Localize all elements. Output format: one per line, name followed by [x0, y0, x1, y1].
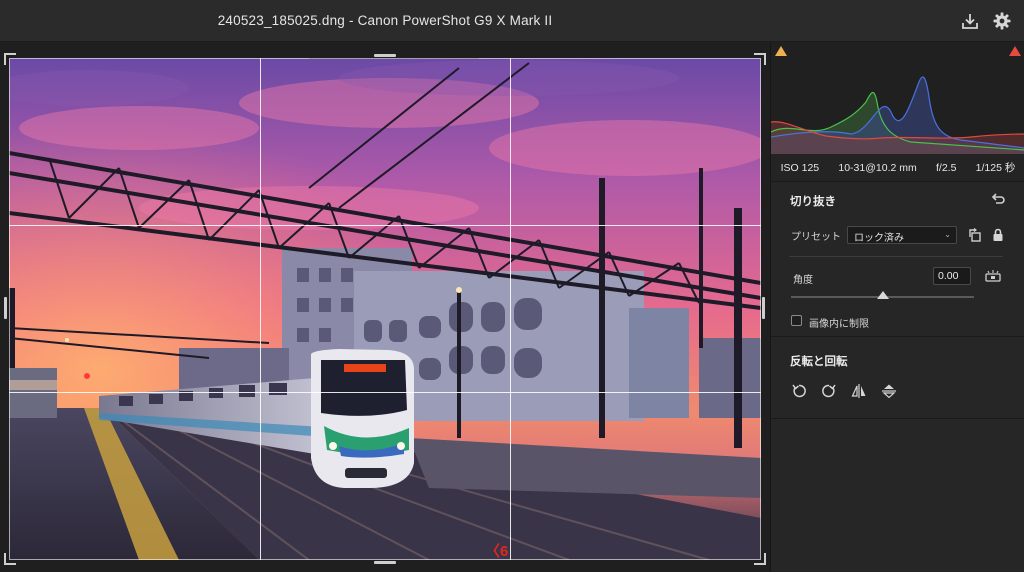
constrain-to-image-checkbox[interactable] [791, 315, 802, 326]
highlight-clip-warning-icon [1009, 46, 1021, 56]
edit-panel: ISO 125 10-31@10.2 mm f/2.5 1/125 秒 切り抜き… [770, 42, 1024, 572]
rotate-right-icon [822, 384, 836, 398]
title-bar: 240523_185025.dng - Canon PowerShot G9 X… [0, 0, 1024, 42]
flip-horizontal-button[interactable] [851, 383, 867, 399]
lock-icon [993, 228, 1003, 241]
crop-handle-left[interactable] [4, 297, 7, 319]
flip-vertical-icon [882, 384, 896, 399]
rotate-aspect-button[interactable] [967, 227, 983, 243]
flip-rotate-section: 反転と回転 [771, 337, 1024, 419]
exif-aperture: f/2.5 [935, 161, 957, 174]
angle-slider-thumb[interactable] [876, 291, 889, 299]
crop-section: 切り抜き プリセット ロック済み ⌄ 角度 0.00 画像内に制限 [771, 182, 1024, 337]
shadow-clip-warning-icon [775, 46, 787, 56]
photo[interactable] [9, 58, 761, 560]
rotate-aspect-icon [969, 228, 981, 242]
window-title: 240523_185025.dng - Canon PowerShot G9 X… [217, 13, 553, 28]
exif-focal-length: 10-31@10.2 mm [838, 161, 917, 174]
save-button[interactable] [960, 11, 980, 31]
gear-icon [993, 12, 1011, 30]
crop-section-title: 切り抜き [790, 196, 836, 208]
rotate-left-icon [792, 384, 806, 398]
preset-dropdown[interactable]: ロック済み ⌄ [847, 226, 957, 244]
preset-dropdown-value: ロック済み [854, 233, 904, 244]
undo-arrow-icon [991, 193, 1005, 204]
crop-handle-top[interactable] [374, 54, 396, 57]
reset-crop-button[interactable] [990, 191, 1006, 207]
settings-button[interactable] [992, 11, 1012, 31]
straighten-level-icon [985, 270, 1001, 282]
straighten-tool-button[interactable] [985, 268, 1001, 284]
flip-horizontal-icon [851, 384, 866, 398]
crop-handle-bottom[interactable] [374, 561, 396, 564]
constrain-to-image-label: 画像内に制限 [809, 319, 869, 330]
lock-aspect-button[interactable] [990, 227, 1006, 243]
angle-label: 角度 [793, 275, 813, 286]
crop-handle-right[interactable] [762, 297, 765, 319]
exif-iso: ISO 125 [780, 161, 820, 174]
exif-info-bar: ISO 125 10-31@10.2 mm f/2.5 1/125 秒 [771, 154, 1024, 182]
crop-handle-bottom-right[interactable] [754, 553, 766, 565]
flip-vertical-button[interactable] [881, 383, 897, 399]
chevron-down-icon: ⌄ [944, 230, 951, 239]
crop-handle-bottom-left[interactable] [4, 553, 16, 565]
image-canvas: 〈6 [0, 42, 770, 572]
crop-handle-top-left[interactable] [4, 53, 16, 65]
crop-handle-top-right[interactable] [754, 53, 766, 65]
exif-shutter: 1/125 秒 [975, 162, 1016, 174]
angle-value-field[interactable]: 0.00 [933, 267, 971, 285]
rotate-left-button[interactable] [791, 383, 807, 399]
shadow-clipping-toggle[interactable] [774, 45, 788, 57]
crop-divider [789, 256, 1003, 257]
rotate-right-button[interactable] [821, 383, 837, 399]
angle-slider[interactable] [791, 291, 974, 299]
photo-scene [9, 58, 761, 560]
angle-marker: 〈6 [485, 543, 509, 560]
flip-rotate-title: 反転と回転 [790, 356, 848, 368]
preset-label: プリセット [791, 232, 841, 243]
histogram [771, 42, 1024, 154]
highlight-clipping-toggle[interactable] [1008, 45, 1022, 57]
histogram-graph [771, 76, 1024, 154]
download-tray-icon [962, 14, 978, 29]
